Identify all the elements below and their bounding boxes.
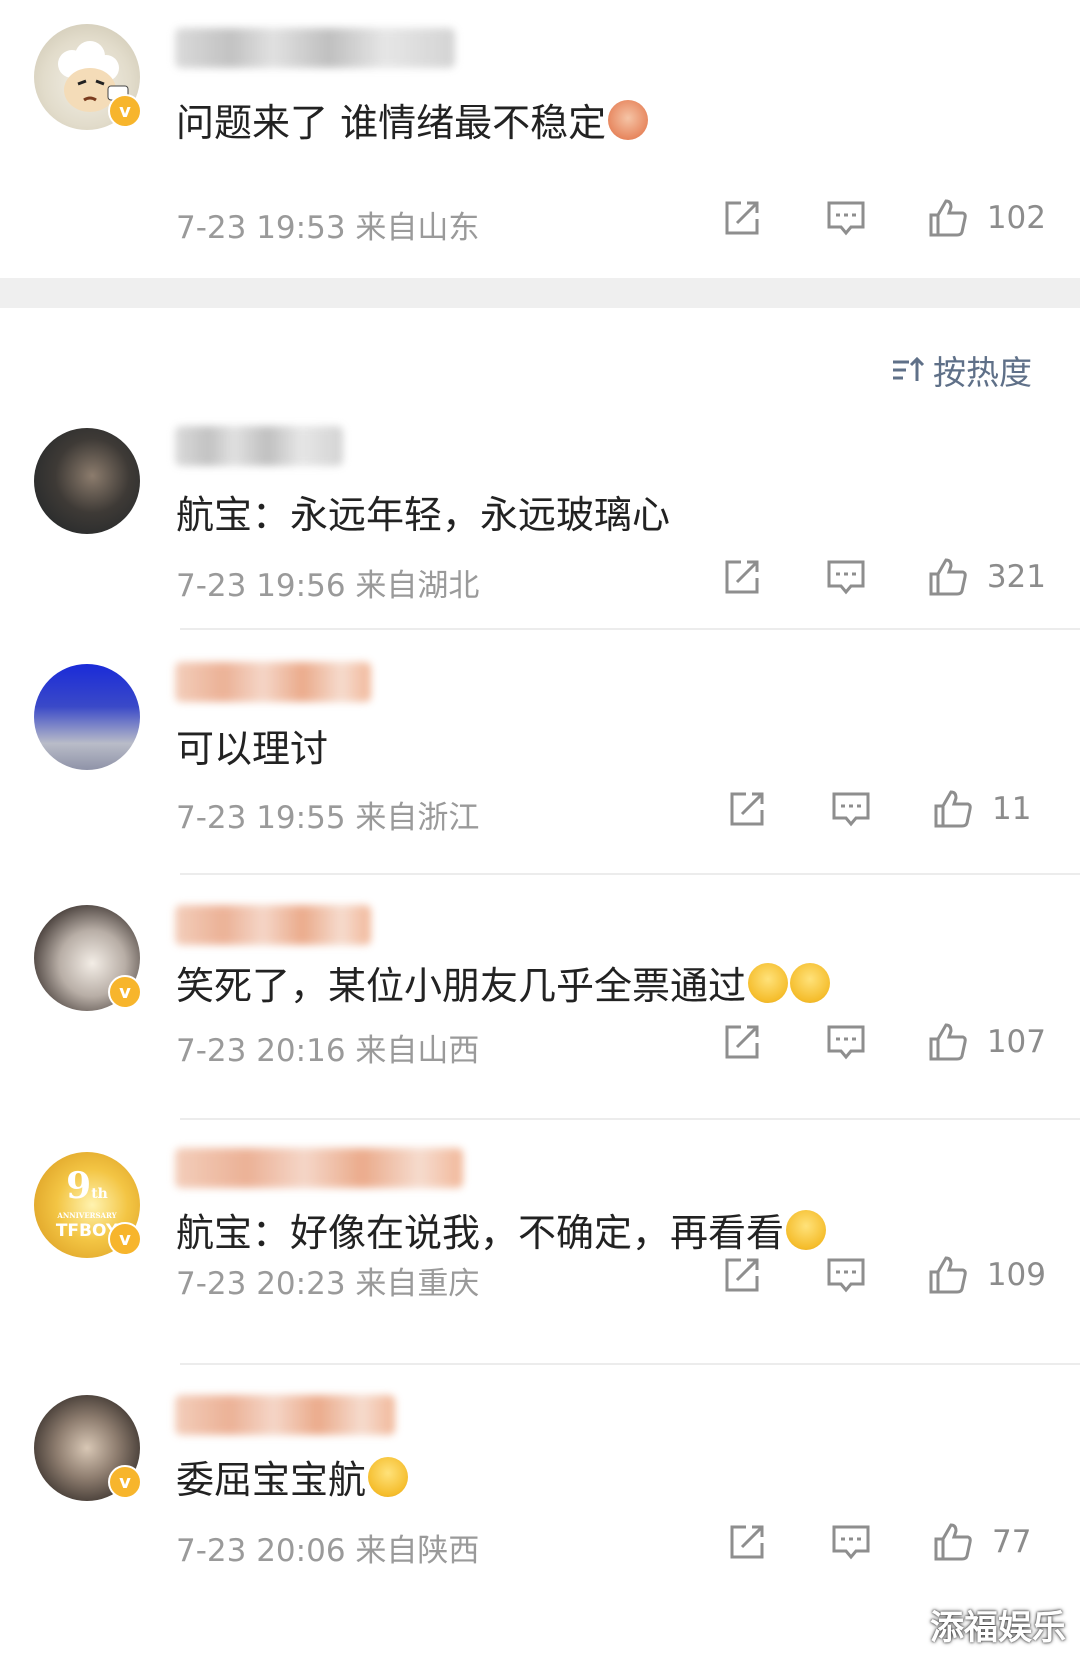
comment-meta: 7-23 20:06 来自陕西 [176, 1533, 480, 1569]
sort-by-hot-button[interactable]: 按热度 [891, 346, 1032, 394]
like-button[interactable]: 102 [927, 197, 1046, 239]
comment-meta: 7-23 20:23 来自重庆 [176, 1266, 480, 1302]
post-actions: 102 [721, 197, 1046, 239]
post-meta: 7-23 19:53 来自山东 [176, 202, 479, 247]
like-button[interactable]: 321 [927, 556, 1046, 598]
comment-item: v 委屈宝宝航 7-23 20:06 来自陕西 77 [0, 1365, 1080, 1659]
username-blurred[interactable] [175, 426, 343, 466]
share-icon[interactable] [721, 1021, 763, 1063]
verified-badge: v [108, 1465, 142, 1499]
comment-icon[interactable] [825, 1254, 867, 1296]
comment-text: 笑死了，某位小朋友几乎全票通过 [176, 955, 831, 1010]
tfboys-anniversary-logo: 9th ANNIVERSARY TFBOY [55, 1165, 119, 1241]
like-count: 77 [992, 1524, 1032, 1560]
original-post: v 问题来了 谁情绪最不稳定 7-23 19:53 来自山东 102 [0, 0, 1080, 278]
thumbs-up-icon [929, 1023, 967, 1061]
comment-actions: 11 [726, 788, 1046, 830]
watermark: 添福娱乐 [930, 1608, 1066, 1648]
comment-item: 航宝：永远年轻，永远玻璃心 7-23 19:56 来自湖北 321 [0, 400, 1080, 630]
like-count: 11 [992, 791, 1032, 827]
fan-emoji [608, 99, 649, 140]
share-icon[interactable] [726, 788, 768, 830]
comment-avatar[interactable]: v [34, 905, 142, 1011]
comment-text: 委屈宝宝航 [176, 1449, 409, 1504]
thumbs-up-icon [929, 199, 967, 237]
like-button[interactable]: 109 [927, 1254, 1046, 1296]
comment-text: 可以理讨 [176, 727, 329, 771]
like-count: 107 [986, 1024, 1046, 1060]
username-blurred[interactable] [175, 1395, 395, 1435]
comment-icon[interactable] [830, 788, 872, 830]
comment-text: 航宝：永远年轻，永远玻璃心 [176, 493, 671, 537]
post-text: 问题来了 谁情绪最不稳定 [176, 92, 649, 147]
comment-actions: 107 [721, 1021, 1046, 1063]
thumbs-up-icon [929, 1256, 967, 1294]
like-count: 321 [986, 559, 1046, 595]
username-blurred[interactable] [175, 28, 455, 68]
section-gap [0, 278, 1080, 308]
like-button[interactable]: 77 [932, 1521, 1046, 1563]
like-count: 102 [986, 200, 1046, 236]
comment-item: 9th ANNIVERSARY TFBOY v 航宝：好像在说我，不确定，再看看… [0, 1120, 1080, 1365]
comment-item: 可以理讨 7-23 19:55 来自浙江 11 [0, 630, 1080, 875]
thumbs-up-icon [934, 790, 972, 828]
comment-avatar[interactable]: v [34, 1395, 142, 1501]
comment-actions: 109 [721, 1254, 1046, 1296]
verified-badge: v [108, 975, 142, 1009]
username-blurred[interactable] [175, 662, 371, 702]
worried-emoji [786, 1209, 827, 1250]
verified-badge: v [108, 94, 142, 128]
comment-avatar[interactable]: 9th ANNIVERSARY TFBOY v [34, 1152, 142, 1258]
comment-meta: 7-23 19:56 来自湖北 [176, 568, 480, 604]
comment-actions: 77 [726, 1521, 1046, 1563]
post-time: 7-23 19:53 [176, 210, 346, 246]
share-icon[interactable] [721, 1254, 763, 1296]
sort-icon [893, 356, 925, 381]
share-icon[interactable] [721, 197, 763, 239]
comment-meta: 7-23 19:55 来自浙江 [176, 800, 480, 836]
like-button[interactable]: 107 [927, 1021, 1046, 1063]
pleading-emoji [368, 1456, 409, 1497]
username-blurred[interactable] [175, 1148, 463, 1188]
verified-badge: v [108, 1222, 142, 1256]
comment-icon[interactable] [825, 197, 867, 239]
comment-avatar[interactable] [34, 428, 140, 534]
laugh-cry-emoji [790, 962, 831, 1003]
comment-icon[interactable] [825, 1021, 867, 1063]
like-count: 109 [986, 1257, 1046, 1293]
comment-icon[interactable] [830, 1521, 872, 1563]
post-avatar[interactable]: v [34, 24, 142, 130]
share-icon[interactable] [721, 556, 763, 598]
comment-item: v 笑死了，某位小朋友几乎全票通过 7-23 20:16 来自山西 107 [0, 875, 1080, 1120]
thumbs-up-icon [929, 558, 967, 596]
username-blurred[interactable] [175, 905, 371, 945]
like-button[interactable]: 11 [932, 788, 1046, 830]
sort-label: 按热度 [933, 353, 1032, 392]
comment-meta: 7-23 20:16 来自山西 [176, 1033, 480, 1069]
share-icon[interactable] [726, 1521, 768, 1563]
comment-actions: 321 [721, 556, 1046, 598]
thumbs-up-icon [934, 1523, 972, 1561]
laugh-cry-emoji [748, 962, 789, 1003]
post-location: 来自山东 [355, 210, 480, 246]
comment-avatar[interactable] [34, 664, 140, 770]
comment-icon[interactable] [825, 556, 867, 598]
comment-text: 航宝：好像在说我，不确定，再看看 [176, 1202, 827, 1257]
